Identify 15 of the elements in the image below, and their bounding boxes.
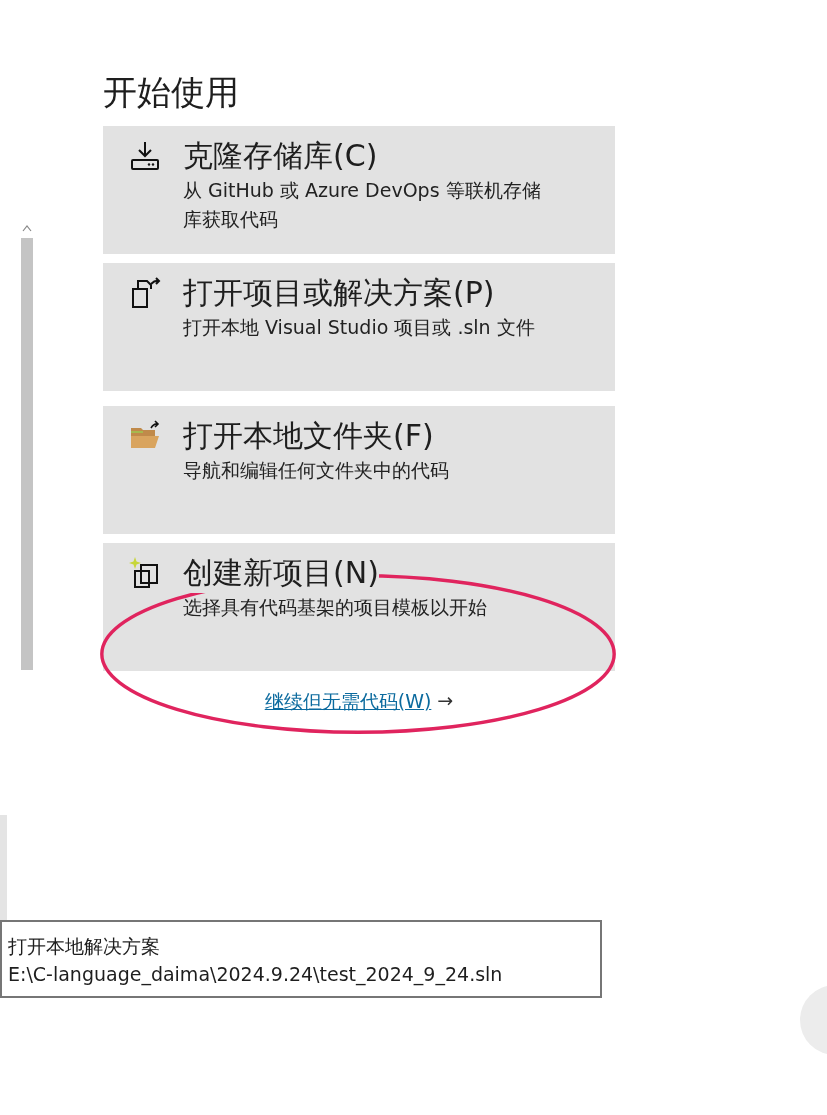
new-project-icon <box>129 557 161 589</box>
scroll-up-icon[interactable] <box>22 224 32 232</box>
scrollbar-thumb[interactable] <box>21 238 33 670</box>
arrow-icon: → <box>437 689 454 715</box>
tooltip-title: 打开本地解决方案 <box>8 934 161 959</box>
action-card[interactable]: 打开本地文件夹(F) 导航和编辑任何文件夹中的代码 <box>103 406 615 534</box>
tooltip-path: E:\C-language_daima\2024.9.24\test_2024_9_24.sln <box>8 962 504 988</box>
action-card[interactable]: 克隆存储库(C) 从 GitHub 或 Azure DevOps 等联机存储库获取代码 <box>103 126 615 254</box>
scrollbar[interactable] <box>18 224 36 670</box>
section-heading: 开始使用 <box>103 71 240 114</box>
open-file-icon <box>129 277 161 309</box>
continue-without-code-link[interactable]: 继续但无需代码(W) <box>264 689 432 715</box>
download-tray-icon <box>129 140 161 172</box>
action-card[interactable]: 打开项目或解决方案(P) 打开本地 Visual Studio 项目或 .sln 文件 <box>103 263 615 391</box>
action-card[interactable]: 创建新项目(N) 选择具有代码基架的项目模板以开始 <box>103 543 615 671</box>
